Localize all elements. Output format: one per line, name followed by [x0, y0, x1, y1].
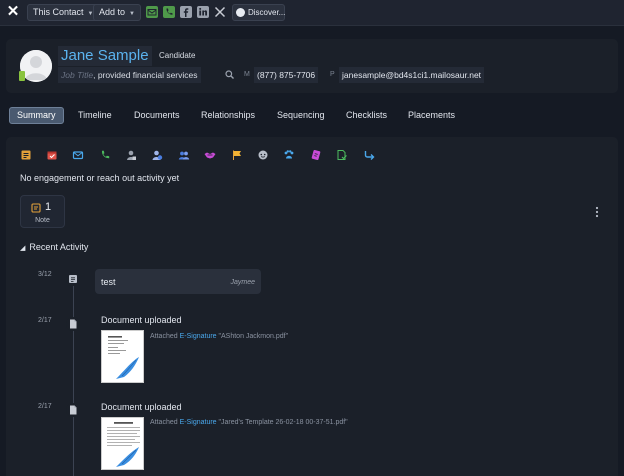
calendar-task-icon[interactable]	[46, 149, 58, 161]
recent-activity-toggle[interactable]: ◢ Recent Activity	[20, 242, 88, 252]
timeline-note-card[interactable]: test Jaymee	[95, 269, 261, 294]
attached-prefix: Attached	[150, 333, 178, 340]
chat-icon[interactable]	[257, 149, 269, 161]
add-to-dropdown[interactable]: Add to ▼	[93, 4, 141, 21]
empty-engagement-message: No engagement or reach out activity yet	[20, 173, 180, 183]
document-attachment-info: Attached E-Signature "Jared's Template 2…	[150, 419, 348, 426]
tab-documents[interactable]: Documents	[134, 107, 180, 124]
personal-email-label: P	[330, 71, 335, 78]
note-icon	[31, 203, 41, 215]
phone-field[interactable]: (877) 875-7706	[254, 67, 319, 83]
document-filename: "Jared's Template 26-02-18 00-37-51.pdf"	[218, 419, 348, 426]
close-icon[interactable]: ✕	[6, 4, 20, 20]
document-uploaded-title: Document uploaded	[101, 315, 182, 325]
attached-prefix: Attached	[150, 419, 178, 426]
arrow-turn-icon[interactable]	[363, 149, 375, 161]
timeline-date: 2/17	[38, 403, 52, 410]
document-attachment-info: Attached E-Signature "AShton Jackmon.pdf…	[150, 333, 288, 340]
top-toolbar: ✕ This Contact ▼ Add to ▼ Discover...	[0, 0, 624, 26]
e-signature-link[interactable]: E-Signature	[180, 333, 217, 340]
note-count: 1	[45, 201, 52, 213]
more-options-icon[interactable]	[595, 206, 599, 218]
job-title-field[interactable]: Job Title, provided financial services	[58, 67, 201, 83]
caret-down-icon: ◢	[20, 245, 26, 252]
note-count-label: Note	[35, 217, 50, 224]
document-filename: "AShton Jackmon.pdf"	[218, 333, 289, 340]
compass-icon	[236, 8, 245, 17]
flag-icon[interactable]	[231, 149, 243, 161]
search-icon[interactable]	[225, 70, 234, 81]
timeline-date: 2/17	[38, 317, 52, 324]
discover-button[interactable]: Discover...	[232, 4, 285, 21]
this-contact-dropdown[interactable]: This Contact ▼	[27, 4, 100, 21]
group-icon[interactable]	[178, 149, 190, 161]
email-field[interactable]: janesample@bd4s1ci1.mailosaur.net	[339, 67, 485, 83]
document-thumbnail[interactable]	[101, 330, 144, 383]
recent-activity-heading: Recent Activity	[29, 242, 89, 252]
add-to-label: Add to	[99, 7, 126, 17]
note-icon	[66, 272, 80, 286]
call-icon[interactable]	[99, 149, 111, 161]
handshake-icon[interactable]	[204, 149, 216, 161]
contact-name[interactable]: Jane Sample	[58, 46, 152, 66]
person-icon[interactable]	[125, 149, 137, 161]
contact-type-badge: Candidate	[159, 51, 196, 60]
document-icon	[66, 403, 80, 417]
tab-summary[interactable]: Summary	[9, 107, 64, 124]
tab-sequencing[interactable]: Sequencing	[277, 107, 325, 124]
note-body: test	[101, 277, 116, 287]
chevron-down-icon: ▼	[129, 11, 135, 17]
x-icon[interactable]	[214, 6, 226, 18]
company-name: provided financial services	[97, 70, 198, 80]
document-icon	[66, 317, 80, 331]
document-uploaded-title: Document uploaded	[101, 402, 182, 412]
tab-relationships[interactable]: Relationships	[201, 107, 255, 124]
job-title-placeholder: Job Title	[61, 70, 94, 80]
document-check-icon[interactable]	[336, 149, 348, 161]
document-thumbnail[interactable]	[101, 417, 144, 470]
discover-label: Discover...	[248, 8, 286, 17]
note-count-card[interactable]: 1 Note	[20, 195, 65, 228]
email-icon[interactable]	[146, 6, 158, 18]
e-signature-link[interactable]: E-Signature	[180, 419, 217, 426]
contact-header: Jane Sample Candidate Job Title, provide…	[6, 39, 618, 93]
tab-checklists[interactable]: Checklists	[346, 107, 387, 124]
job-separator: ,	[93, 70, 96, 80]
tab-placements[interactable]: Placements	[408, 107, 455, 124]
timeline-line	[73, 284, 74, 476]
paw-icon[interactable]	[283, 149, 295, 161]
mobile-label: M	[244, 71, 250, 78]
tag-icon[interactable]	[310, 149, 322, 161]
timeline-date: 3/12	[38, 271, 52, 278]
email-icon[interactable]	[72, 149, 84, 161]
status-indicator	[19, 71, 25, 81]
tab-timeline[interactable]: Timeline	[78, 107, 112, 124]
summary-panel: No engagement or reach out activity yet …	[6, 137, 618, 476]
note-icon[interactable]	[20, 149, 32, 161]
note-author: Jaymee	[230, 279, 255, 286]
phone-icon[interactable]	[163, 6, 175, 18]
this-contact-label: This Contact	[33, 7, 84, 17]
linkedin-icon[interactable]	[197, 6, 209, 18]
add-person-icon[interactable]	[151, 149, 163, 161]
facebook-icon[interactable]	[180, 6, 192, 18]
